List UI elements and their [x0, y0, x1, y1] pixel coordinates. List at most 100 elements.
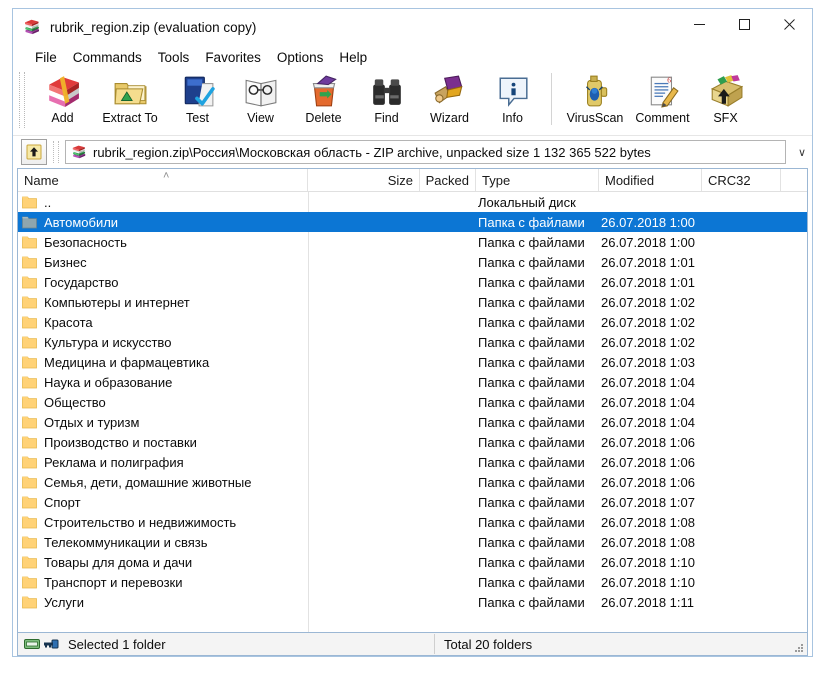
menu-help[interactable]: Help	[331, 48, 375, 67]
key-icon[interactable]	[43, 637, 59, 651]
toolbar-button-view[interactable]: View	[229, 69, 292, 131]
table-row[interactable]: ОбществоПапка с файлами26.07.2018 1:04	[18, 392, 807, 412]
table-row[interactable]: УслугиПапка с файлами26.07.2018 1:11	[18, 592, 807, 612]
cell-name: Строительство и недвижимость	[18, 515, 308, 530]
parent-folder-row[interactable]: .. Локальный диск	[18, 192, 807, 212]
cell-modified: 26.07.2018 1:01	[598, 255, 701, 270]
table-row[interactable]: Товары для дома и дачиПапка с файлами26.…	[18, 552, 807, 572]
menu-tools[interactable]: Tools	[150, 48, 198, 67]
cell-type: Папка с файлами	[475, 235, 598, 250]
minimize-button[interactable]	[677, 9, 722, 40]
table-row[interactable]: Производство и поставкиПапка с файлами26…	[18, 432, 807, 452]
menu-favorites[interactable]: Favorites	[197, 48, 269, 67]
add-archive-icon	[46, 74, 80, 108]
file-name-label: Красота	[44, 315, 93, 330]
column-crc32[interactable]: CRC32	[702, 169, 781, 191]
table-row[interactable]: Строительство и недвижимостьПапка с файл…	[18, 512, 807, 532]
folder-icon	[22, 355, 37, 369]
table-row[interactable]: Отдых и туризмПапка с файлами26.07.2018 …	[18, 412, 807, 432]
cell-type: Папка с файлами	[475, 555, 598, 570]
folder-icon	[22, 575, 37, 589]
file-list-panel: ˄ NameSizePackedTypeModifiedCRC32 ..Лока…	[17, 168, 808, 632]
file-name-label: Компьютеры и интернет	[44, 295, 190, 310]
toolbar-button-sfx[interactable]: SFX	[694, 69, 757, 131]
file-name-label: Бизнес	[44, 255, 87, 270]
toolbar-button-label: SFX	[713, 111, 737, 125]
toolbar-button-virusscan[interactable]: VirusScan	[559, 69, 631, 131]
menu-file[interactable]: File	[27, 48, 65, 67]
file-name-label: Медицина и фармацевтика	[44, 355, 209, 370]
column-type[interactable]: Type	[476, 169, 599, 191]
column-packed[interactable]: Packed	[420, 169, 476, 191]
cell-type: Локальный диск	[475, 195, 598, 210]
toolbar-button-comment[interactable]: 6 Comment	[631, 69, 694, 131]
folder-icon	[22, 515, 37, 529]
up-one-level-button[interactable]	[21, 139, 47, 165]
toolbar-button-info[interactable]: Info	[481, 69, 544, 131]
cell-name: Государство	[18, 275, 308, 290]
table-row[interactable]: СпортПапка с файлами26.07.2018 1:07	[18, 492, 807, 512]
column-modified[interactable]: Modified	[599, 169, 702, 191]
cell-modified: 26.07.2018 1:08	[598, 515, 701, 530]
window-title: rubrik_region.zip (evaluation copy)	[50, 20, 677, 35]
maximize-button[interactable]	[722, 9, 767, 40]
menu-options[interactable]: Options	[269, 48, 332, 67]
toolbar-button-add[interactable]: Add	[31, 69, 94, 131]
winrar-books-icon	[71, 144, 87, 160]
table-row[interactable]: Реклама и полиграфияПапка с файлами26.07…	[18, 452, 807, 472]
address-path: rubrik_region.zip\Россия\Московская обла…	[93, 145, 785, 160]
cell-type: Папка с файлами	[475, 355, 598, 370]
column-header-label: Name	[24, 173, 59, 188]
table-row[interactable]: БизнесПапка с файлами26.07.2018 1:01	[18, 252, 807, 272]
cell-name: Автомобили	[18, 215, 308, 230]
chevron-down-icon[interactable]: ∨	[792, 141, 812, 163]
cell-name: Отдых и туризм	[18, 415, 308, 430]
cell-modified: 26.07.2018 1:02	[598, 315, 701, 330]
table-row[interactable]: Компьютеры и интернетПапка с файлами26.0…	[18, 292, 807, 312]
status-total-text: Total 20 folders	[444, 637, 532, 652]
table-row[interactable]: ГосударствоПапка с файлами26.07.2018 1:0…	[18, 272, 807, 292]
cell-modified: 26.07.2018 1:04	[598, 395, 701, 410]
toolbar-grip[interactable]	[19, 72, 25, 128]
table-row[interactable]: БезопасностьПапка с файлами26.07.2018 1:…	[18, 232, 807, 252]
folder-icon	[22, 295, 37, 309]
toolbar-button-wizard[interactable]: Wizard	[418, 69, 481, 131]
table-row[interactable]: Телекоммуникации и связьПапка с файлами2…	[18, 532, 807, 552]
toolbar-button-label: Extract To	[102, 111, 157, 125]
table-row[interactable]: Транспорт и перевозкиПапка с файлами26.0…	[18, 572, 807, 592]
cell-name: Транспорт и перевозки	[18, 575, 308, 590]
folder-icon	[22, 495, 37, 509]
status-icons	[24, 637, 62, 651]
close-button[interactable]	[767, 9, 812, 40]
column-size[interactable]: Size	[308, 169, 420, 191]
column-name[interactable]: Name	[18, 169, 308, 191]
folder-icon	[22, 235, 37, 249]
cell-modified: 26.07.2018 1:03	[598, 355, 701, 370]
file-name-label: Безопасность	[44, 235, 127, 250]
address-combobox[interactable]: rubrik_region.zip\Россия\Московская обла…	[65, 140, 786, 164]
table-row[interactable]: КрасотаПапка с файлами26.07.2018 1:02	[18, 312, 807, 332]
cell-type: Папка с файлами	[475, 335, 598, 350]
folder-icon	[22, 275, 37, 289]
toolbar-button-delete[interactable]: Delete	[292, 69, 355, 131]
toolbar-button-test[interactable]: Test	[166, 69, 229, 131]
extract-folder-icon	[113, 74, 147, 108]
info-balloon-icon	[496, 74, 530, 108]
cell-type: Папка с файлами	[475, 575, 598, 590]
cell-name: Культура и искусство	[18, 335, 308, 350]
toolbar-button-extract-to[interactable]: Extract To	[94, 69, 166, 131]
toolbar-button-find[interactable]: Find	[355, 69, 418, 131]
table-row[interactable]: Наука и образованиеПапка с файлами26.07.…	[18, 372, 807, 392]
resize-grip-icon[interactable]	[792, 641, 804, 653]
folder-icon	[22, 455, 37, 469]
table-row[interactable]: Семья, дети, домашние животныеПапка с фа…	[18, 472, 807, 492]
cell-name: ..	[18, 195, 308, 210]
table-row[interactable]: Медицина и фармацевтика Папка с файлами26…	[18, 352, 807, 372]
cell-modified: 26.07.2018 1:06	[598, 475, 701, 490]
disk-drive-icon[interactable]	[24, 637, 40, 651]
address-grip[interactable]	[53, 141, 59, 163]
table-row[interactable]: Культура и искусствоПапка с файлами26.07…	[18, 332, 807, 352]
table-row[interactable]: АвтомобилиПапка с файлами26.07.2018 1:00	[18, 212, 807, 232]
status-selected-text: Selected 1 folder	[68, 637, 166, 652]
menu-commands[interactable]: Commands	[65, 48, 150, 67]
